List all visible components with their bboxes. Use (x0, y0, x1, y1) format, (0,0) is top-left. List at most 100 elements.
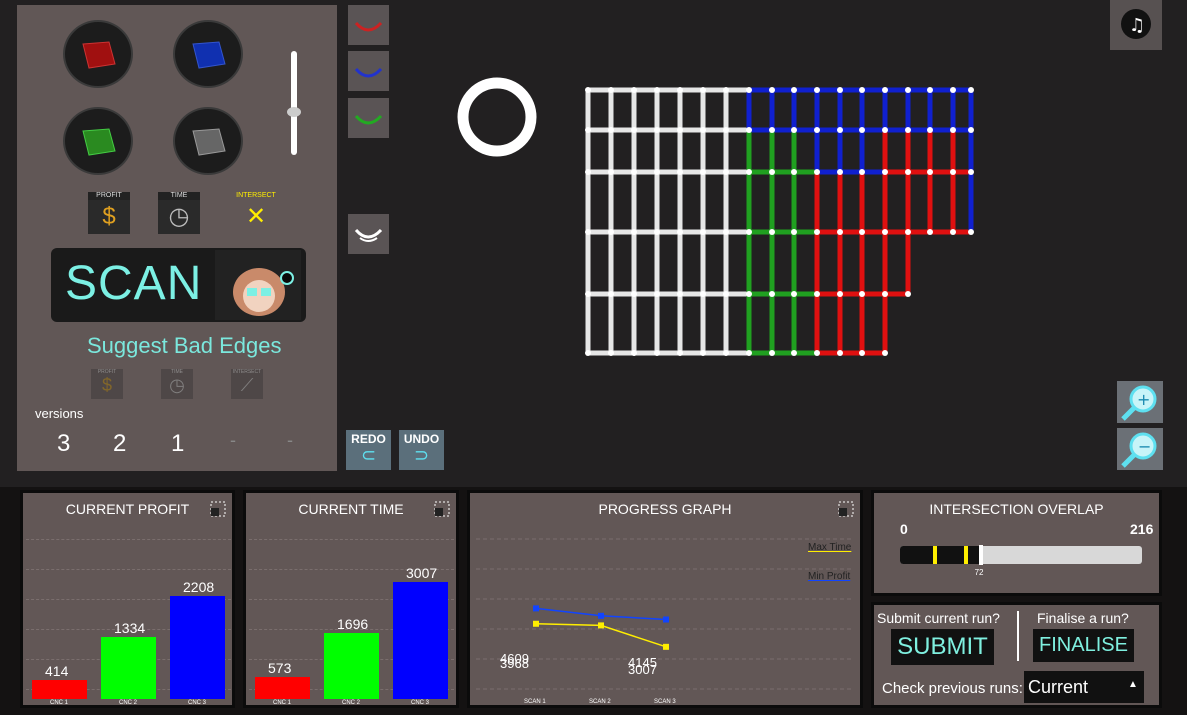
music-button[interactable]: ♫ (1110, 0, 1162, 50)
grid-node[interactable] (837, 127, 843, 133)
red-cut-tool[interactable] (348, 5, 389, 45)
grid-node[interactable] (631, 87, 637, 93)
grid-node[interactable] (837, 169, 843, 175)
green-cut-tool[interactable] (348, 98, 389, 138)
grid-node[interactable] (814, 229, 820, 235)
grid-node[interactable] (769, 350, 775, 356)
grid-node[interactable] (882, 127, 888, 133)
grid-node[interactable] (654, 169, 660, 175)
grid-node[interactable] (608, 169, 614, 175)
cut-grid[interactable] (570, 75, 990, 375)
grid-node[interactable] (631, 127, 637, 133)
grid-node[interactable] (791, 127, 797, 133)
zoom-in-button[interactable]: + (1117, 381, 1163, 423)
grid-node[interactable] (968, 229, 974, 235)
grid-node[interactable] (791, 350, 797, 356)
suggest-bad-edges-button[interactable]: Suggest Bad Edges (87, 333, 281, 359)
grid-node[interactable] (700, 169, 706, 175)
grid-node[interactable] (769, 169, 775, 175)
grid-node[interactable] (654, 87, 660, 93)
grid-node[interactable] (905, 291, 911, 297)
grid-node[interactable] (882, 169, 888, 175)
grid-node[interactable] (700, 350, 706, 356)
previous-runs-select[interactable]: Current ▲ (1024, 671, 1144, 703)
grid-node[interactable] (905, 87, 911, 93)
grid-node[interactable] (905, 169, 911, 175)
vertical-slider[interactable] (291, 51, 297, 155)
grid-node[interactable] (585, 350, 591, 356)
grid-node[interactable] (859, 291, 865, 297)
blue-cut-tool[interactable] (348, 51, 389, 91)
grid-node[interactable] (677, 229, 683, 235)
grid-node[interactable] (968, 127, 974, 133)
grid-node[interactable] (723, 87, 729, 93)
red-region-button[interactable] (63, 20, 133, 88)
grid-node[interactable] (791, 87, 797, 93)
zoom-out-button[interactable]: − (1117, 428, 1163, 470)
grid-node[interactable] (746, 169, 752, 175)
grid-node[interactable] (746, 87, 752, 93)
dim-intersect-button[interactable]: INTERSECT ⟋ (231, 369, 263, 399)
grid-node[interactable] (905, 229, 911, 235)
grid-node[interactable] (968, 87, 974, 93)
grid-node[interactable] (882, 229, 888, 235)
submit-button[interactable]: SUBMIT (891, 629, 994, 665)
grid-node[interactable] (927, 229, 933, 235)
grid-node[interactable] (608, 127, 614, 133)
redo-button[interactable]: REDO ⊂ (346, 430, 391, 470)
version-3[interactable]: 3 (57, 430, 70, 458)
grid-node[interactable] (700, 87, 706, 93)
grid-node[interactable] (631, 169, 637, 175)
grid-node[interactable] (746, 291, 752, 297)
scan-button[interactable]: SCAN (51, 248, 306, 322)
grid-node[interactable] (723, 127, 729, 133)
grid-node[interactable] (585, 229, 591, 235)
grid-node[interactable] (631, 229, 637, 235)
grid-node[interactable] (791, 169, 797, 175)
grid-node[interactable] (769, 291, 775, 297)
profit-metric-button[interactable]: PROFIT $ (88, 192, 130, 236)
fullscreen-icon[interactable] (434, 501, 450, 517)
intersect-metric-button[interactable]: INTERSECT ✕ (235, 192, 277, 236)
vertical-slider-knob[interactable] (287, 107, 301, 117)
grid-node[interactable] (791, 291, 797, 297)
grid-node[interactable] (654, 229, 660, 235)
grid-node[interactable] (927, 87, 933, 93)
green-region-button[interactable] (63, 107, 133, 175)
grid-node[interactable] (814, 169, 820, 175)
version-1[interactable]: 1 (171, 430, 184, 458)
grid-node[interactable] (723, 169, 729, 175)
grid-node[interactable] (585, 127, 591, 133)
gray-region-button[interactable] (173, 107, 243, 175)
dim-profit-button[interactable]: PROFIT $ (91, 369, 123, 399)
grid-node[interactable] (814, 87, 820, 93)
grid-node[interactable] (746, 127, 752, 133)
grid-node[interactable] (950, 87, 956, 93)
grid-node[interactable] (654, 291, 660, 297)
grid-node[interactable] (859, 229, 865, 235)
grid-node[interactable] (585, 87, 591, 93)
grid-node[interactable] (837, 350, 843, 356)
grid-node[interactable] (882, 350, 888, 356)
grid-node[interactable] (859, 127, 865, 133)
grid-node[interactable] (950, 229, 956, 235)
grid-node[interactable] (723, 291, 729, 297)
grid-node[interactable] (677, 87, 683, 93)
grid-node[interactable] (585, 291, 591, 297)
grid-node[interactable] (723, 229, 729, 235)
grid-node[interactable] (927, 169, 933, 175)
grid-node[interactable] (905, 127, 911, 133)
grid-node[interactable] (769, 229, 775, 235)
time-metric-button[interactable]: TIME ◷ (158, 192, 200, 236)
grid-node[interactable] (700, 127, 706, 133)
grid-node[interactable] (859, 350, 865, 356)
grid-node[interactable] (837, 291, 843, 297)
grid-node[interactable] (837, 87, 843, 93)
grid-node[interactable] (654, 127, 660, 133)
version-2[interactable]: 2 (113, 430, 126, 458)
grid-node[interactable] (814, 291, 820, 297)
grid-node[interactable] (791, 229, 797, 235)
grid-node[interactable] (654, 350, 660, 356)
grid-node[interactable] (769, 127, 775, 133)
overlap-thumb[interactable] (978, 545, 983, 565)
